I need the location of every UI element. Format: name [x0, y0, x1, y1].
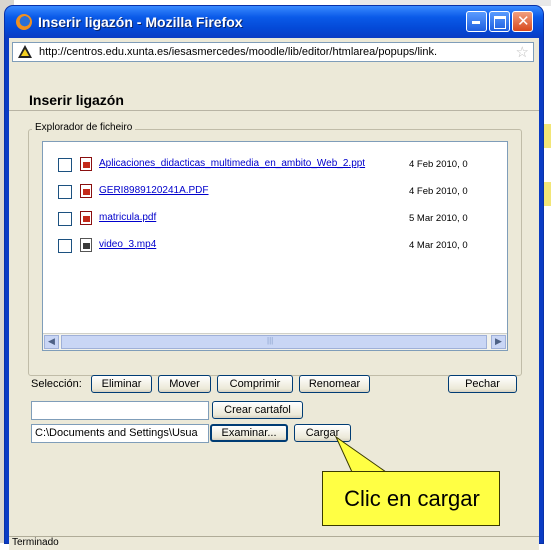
pdf-file-icon	[80, 184, 92, 198]
title-bar[interactable]: Inserir ligazón - Mozilla Firefox ✕	[5, 6, 543, 38]
video-file-icon	[80, 238, 92, 252]
browse-button[interactable]: Examinar...	[210, 424, 288, 442]
dialog-content: Inserir ligazón Explorador de ficheiro A…	[9, 66, 539, 536]
list-item: Aplicaciones_didacticas_multimedia_en_am…	[43, 156, 507, 174]
pdf-file-icon	[80, 211, 92, 225]
file-checkbox[interactable]	[58, 239, 72, 253]
create-folder-button[interactable]: Crear cartafol	[212, 401, 303, 419]
file-path-input[interactable]: C:\Documents and Settings\Usua	[31, 424, 209, 443]
scroll-left-icon[interactable]: ◀	[44, 335, 59, 349]
minimize-button[interactable]	[466, 11, 487, 32]
dialog-title: Inserir ligazón	[29, 92, 124, 108]
file-link[interactable]: GERI8989120241A.PDF	[99, 185, 209, 196]
url-text: http://centros.edu.xunta.es/iesasmercede…	[39, 46, 438, 58]
firefox-window: Inserir ligazón - Mozilla Firefox ✕ http…	[5, 6, 543, 550]
url-field[interactable]: http://centros.edu.xunta.es/iesasmercede…	[12, 42, 534, 62]
upload-button[interactable]: Cargar	[294, 424, 351, 442]
horizontal-scrollbar[interactable]: ◀ ▶	[43, 333, 507, 350]
file-checkbox[interactable]	[58, 158, 72, 172]
rename-button[interactable]: Renomear	[299, 375, 370, 393]
file-date: 4 Feb 2010, 0	[409, 186, 468, 197]
file-browser-legend: Explorador de ficheiro	[32, 122, 136, 133]
scroll-thumb[interactable]	[61, 335, 487, 349]
close-dialog-button[interactable]: Pechar	[448, 375, 517, 393]
status-bar: Terminado	[9, 536, 539, 550]
file-link[interactable]: matricula.pdf	[99, 212, 156, 223]
scroll-right-icon[interactable]: ▶	[491, 335, 506, 349]
selection-label: Selección:	[31, 378, 82, 390]
ppt-file-icon	[80, 157, 92, 171]
dialog-header: Inserir ligazón	[9, 90, 539, 111]
file-date: 4 Mar 2010, 0	[409, 240, 468, 251]
list-item: matricula.pdf 5 Mar 2010, 0	[43, 210, 507, 228]
close-button[interactable]: ✕	[512, 11, 533, 32]
file-list: Aplicaciones_didacticas_multimedia_en_am…	[42, 141, 508, 351]
callout-text: Clic en cargar	[344, 486, 480, 511]
file-checkbox[interactable]	[58, 212, 72, 226]
file-link[interactable]: Aplicaciones_didacticas_multimedia_en_am…	[99, 158, 365, 169]
bookmark-star-icon[interactable]: ☆	[516, 43, 529, 61]
list-item: video_3.mp4 4 Mar 2010, 0	[43, 237, 507, 255]
compress-button[interactable]: Comprimir	[217, 375, 293, 393]
address-bar: http://centros.edu.xunta.es/iesasmercede…	[9, 38, 539, 66]
file-checkbox[interactable]	[58, 185, 72, 199]
callout-box: Clic en cargar	[322, 471, 500, 526]
firefox-icon	[16, 14, 32, 30]
warning-icon	[18, 45, 32, 58]
file-date: 5 Mar 2010, 0	[409, 213, 468, 224]
delete-button[interactable]: Eliminar	[91, 375, 152, 393]
move-button[interactable]: Mover	[158, 375, 211, 393]
maximize-button[interactable]	[489, 11, 510, 32]
file-link[interactable]: video_3.mp4	[99, 239, 156, 250]
folder-name-input[interactable]	[31, 401, 209, 420]
file-date: 4 Feb 2010, 0	[409, 159, 468, 170]
window-title: Inserir ligazón - Mozilla Firefox	[38, 14, 243, 30]
list-item: GERI8989120241A.PDF 4 Feb 2010, 0	[43, 183, 507, 201]
